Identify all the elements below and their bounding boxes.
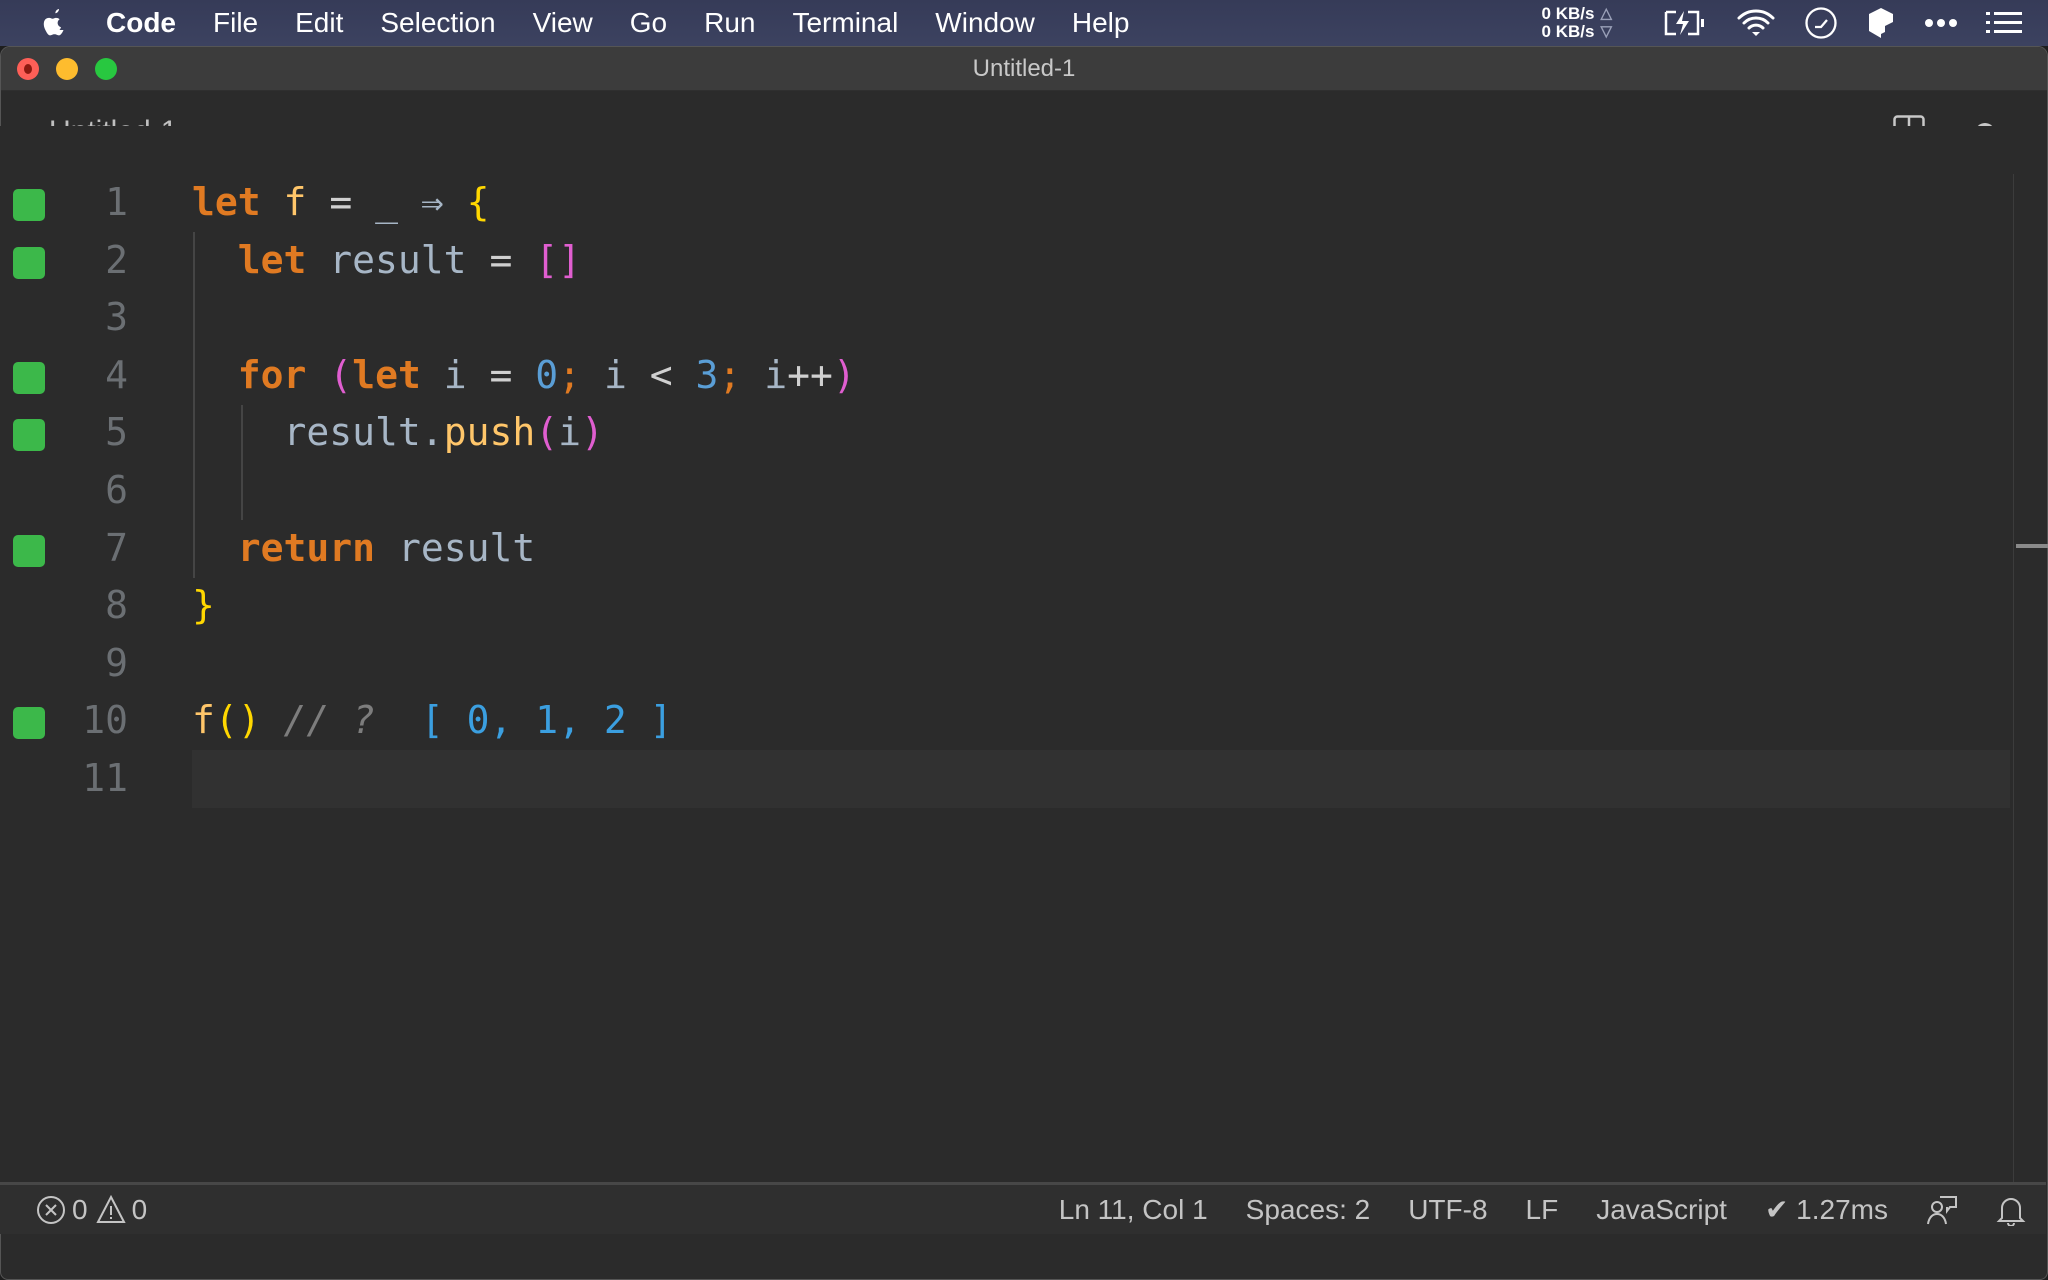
clock-icon[interactable] (1804, 6, 1838, 40)
code-line: 4 for (let i = 0; i < 3; i++) (0, 347, 2010, 405)
coverage-marker (13, 189, 45, 221)
menu-run[interactable]: Run (704, 7, 755, 39)
code-text: f() // ? [ 0, 1, 2 ] (192, 698, 673, 743)
title-bar: Untitled-1 (1, 47, 2047, 91)
macos-menu-bar: Code File Edit Selection View Go Run Ter… (0, 0, 2048, 46)
code-text: return result (237, 525, 536, 570)
end-of-line[interactable]: LF (1526, 1194, 1559, 1226)
feedback-icon[interactable] (1926, 1194, 1958, 1226)
more-icon[interactable] (1924, 18, 1958, 28)
encoding[interactable]: UTF-8 (1408, 1194, 1487, 1226)
battery-charging-icon[interactable] (1662, 8, 1708, 38)
error-count: 0 (72, 1193, 88, 1225)
code-text: } (192, 583, 215, 628)
line-number: 1 (105, 180, 128, 224)
line-number: 11 (82, 756, 128, 800)
indentation[interactable]: Spaces: 2 (1246, 1194, 1371, 1226)
problems-indicator[interactable]: 0 0 (36, 1194, 147, 1226)
code-line: 10 f() // ? [ 0, 1, 2 ] (0, 692, 2010, 750)
line-number: 9 (105, 640, 128, 685)
code-line: 7 return result (0, 520, 2010, 578)
upload-arrow-icon: △ (1600, 5, 1612, 22)
menu-app-code[interactable]: Code (106, 7, 176, 39)
wifi-icon[interactable] (1736, 8, 1776, 38)
code-line: 1 let f = _ ⇒ { (0, 174, 2010, 232)
inline-result: [ 0, 1, 2 ] (420, 698, 673, 743)
close-window-button[interactable] (17, 58, 39, 80)
language-mode[interactable]: JavaScript (1596, 1194, 1727, 1226)
coverage-marker (13, 419, 45, 452)
line-number: 10 (82, 698, 128, 743)
code-line-current: 11 (0, 750, 2010, 808)
line-number: 6 (105, 468, 128, 512)
box-icon[interactable] (1866, 6, 1896, 40)
network-speed-widget[interactable]: 0 KB/s 0 KB/s △ ▽ (1542, 5, 1612, 41)
cursor-position[interactable]: Ln 11, Col 1 (1059, 1194, 1208, 1226)
warning-icon (95, 1194, 126, 1225)
code-text: for (let i = 0; i < 3; i++) (237, 352, 856, 397)
error-icon (36, 1195, 66, 1225)
code-text: result.push(i) (283, 410, 604, 455)
minimize-window-button[interactable] (56, 58, 78, 80)
net-download-speed: 0 KB/s (1541, 22, 1595, 41)
net-upload-speed: 0 KB/s (1541, 4, 1595, 23)
code-line: 6 (0, 462, 2010, 520)
menu-selection[interactable]: Selection (380, 7, 495, 39)
line-number: 4 (105, 352, 128, 397)
menu-window[interactable]: Window (935, 7, 1035, 39)
maximize-window-button[interactable] (95, 58, 117, 80)
menu-edit[interactable]: Edit (295, 7, 343, 39)
menu-terminal[interactable]: Terminal (792, 7, 898, 39)
line-number: 8 (105, 583, 128, 628)
menu-go[interactable]: Go (630, 7, 667, 39)
warning-count: 0 (131, 1193, 148, 1225)
coverage-marker (13, 246, 45, 279)
download-arrow-icon: ▽ (1600, 23, 1612, 40)
overview-ruler-cursor-marker (2016, 544, 2048, 548)
coverage-marker (13, 707, 45, 740)
status-bar: 0 0 Ln 11, Col 1 Spaces: 2 UTF-8 LF Java… (0, 1182, 2046, 1234)
line-number: 3 (105, 295, 128, 340)
code-line: 8 } (0, 577, 2010, 635)
code-text: let f = _ ⇒ { (192, 180, 490, 224)
code-line: 5 result.push(i) (0, 404, 2010, 462)
code-line: 2 let result = [] (0, 232, 2010, 290)
list-icon[interactable] (1986, 10, 2022, 36)
line-number: 2 (105, 237, 128, 282)
line-number: 5 (105, 410, 128, 455)
notifications-bell-icon[interactable] (1996, 1194, 2026, 1226)
code-editor[interactable]: 1 let f = _ ⇒ { 2 let result = [] 3 4 fo… (0, 126, 2046, 1228)
menu-view[interactable]: View (533, 7, 593, 39)
window-controls (17, 58, 134, 80)
code-text: let result = [] (237, 237, 582, 282)
window-title: Untitled-1 (972, 54, 1076, 82)
line-number: 7 (105, 525, 128, 570)
code-line: 9 (0, 635, 2010, 693)
current-line-highlight (192, 750, 2010, 808)
coverage-marker (13, 361, 45, 394)
quokka-timing[interactable]: ✔ 1.27ms (1765, 1193, 1888, 1226)
code-line: 3 (0, 289, 2010, 347)
menu-help[interactable]: Help (1072, 7, 1130, 39)
coverage-marker (13, 534, 45, 567)
menu-file[interactable]: File (213, 7, 258, 39)
vertical-scrollbar[interactable] (2013, 174, 2048, 1228)
apple-menu-icon[interactable] (40, 7, 80, 39)
